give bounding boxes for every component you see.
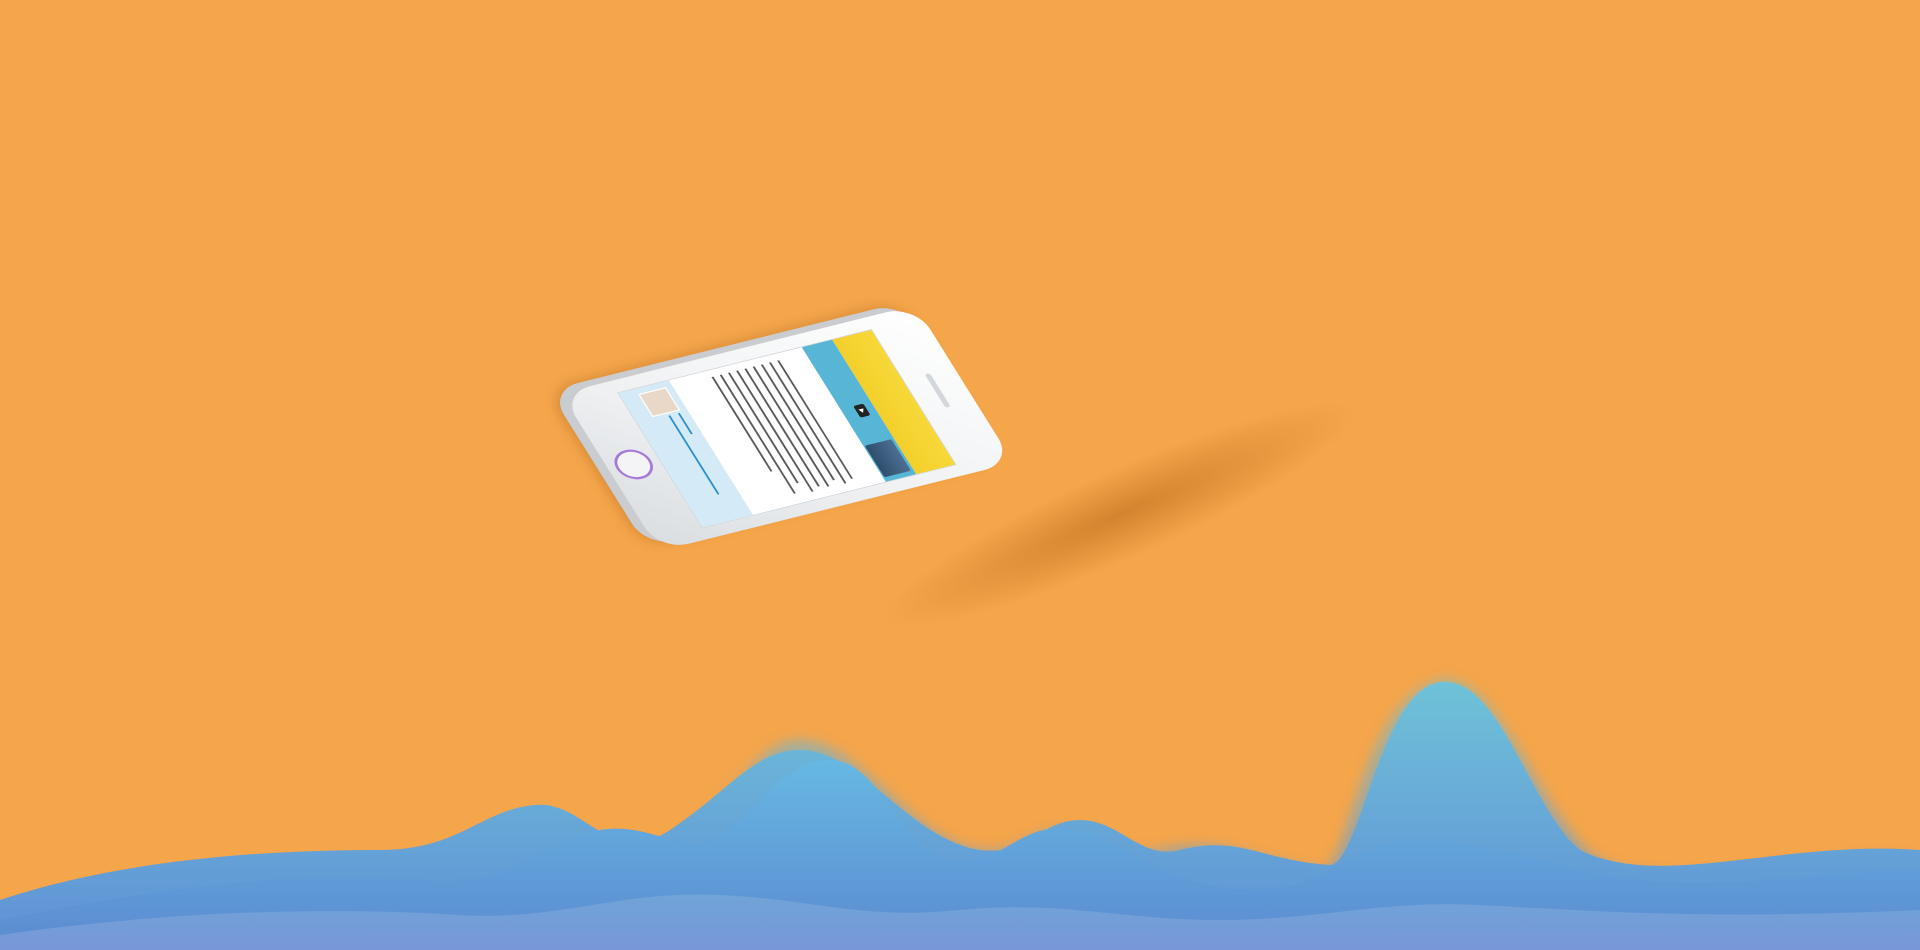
avatar <box>638 387 681 418</box>
phone-device <box>560 305 1014 552</box>
wave-hills <box>0 679 1920 950</box>
footer-desc-graphic <box>665 415 720 495</box>
phone-mockup <box>560 285 1435 645</box>
background-scene <box>0 0 1920 950</box>
